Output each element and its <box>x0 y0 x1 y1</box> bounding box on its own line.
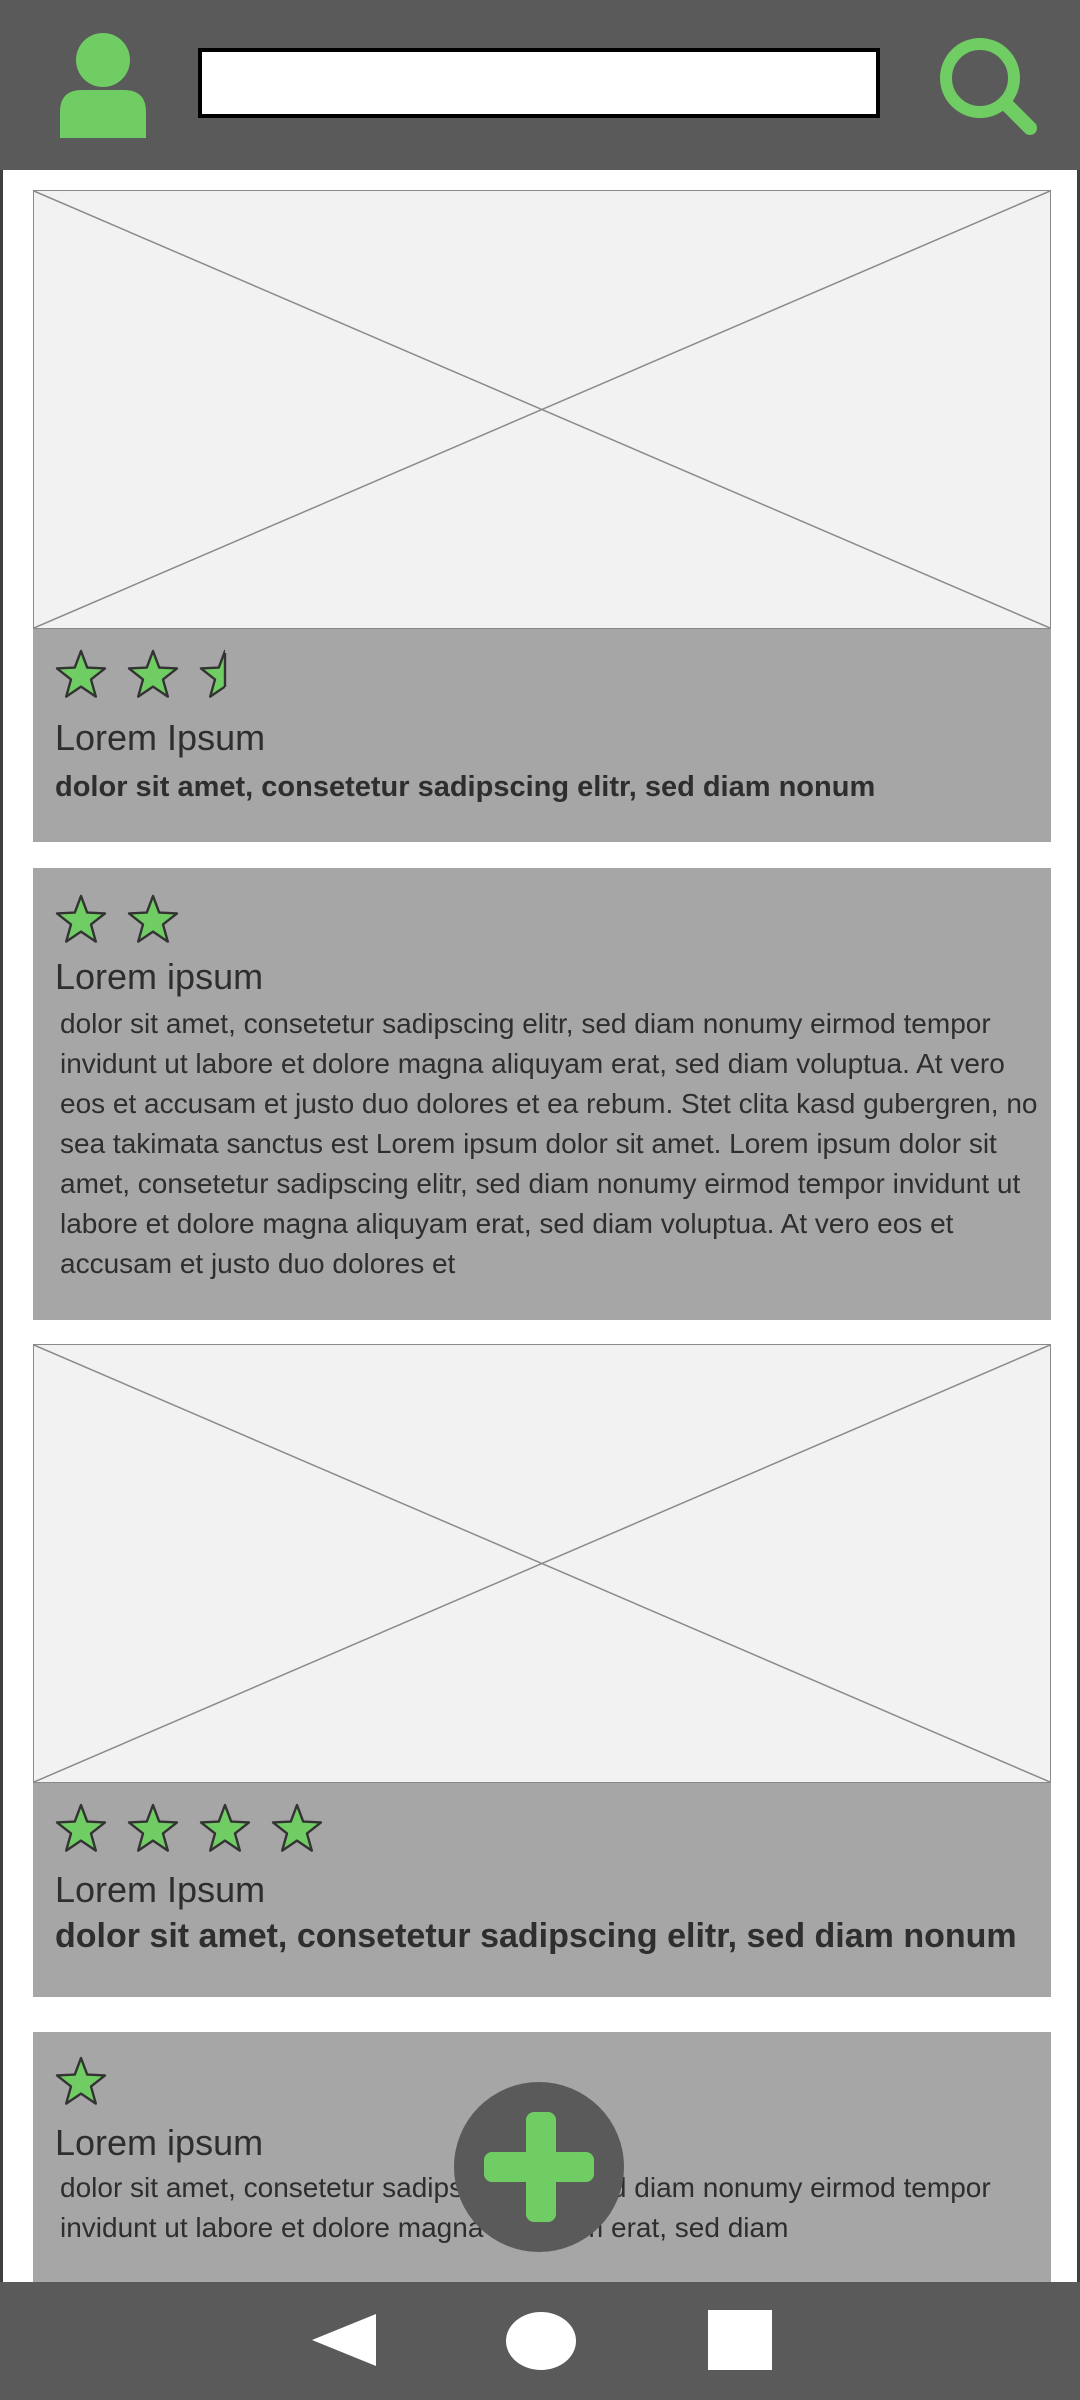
user-icon[interactable] <box>58 32 148 138</box>
star-icon <box>55 1803 107 1855</box>
card-info-panel[interactable]: Lorem Ipsum dolor sit amet, consetetur s… <box>33 629 1051 842</box>
star-icon <box>127 894 179 946</box>
card-title: Lorem ipsum <box>55 2122 264 2163</box>
card-info-panel[interactable]: Lorem ipsum dolor sit amet, consetetur s… <box>33 868 1051 1320</box>
search-input[interactable] <box>198 48 880 118</box>
star-icon <box>127 1803 179 1855</box>
star-icon <box>127 649 179 701</box>
feed-list[interactable]: Lorem Ipsum dolor sit amet, consetetur s… <box>0 170 1080 2282</box>
star-rating <box>55 2056 107 2108</box>
recent-square-icon[interactable] <box>708 2310 772 2370</box>
card-title: Lorem ipsum <box>55 956 264 997</box>
star-icon <box>271 1803 323 1855</box>
star-icon <box>55 2056 107 2108</box>
star-rating <box>55 1803 323 1855</box>
star-icon <box>55 649 107 701</box>
card-info-panel[interactable]: Lorem Ipsum dolor sit amet, consetetur s… <box>33 1783 1051 1997</box>
system-nav-bar <box>0 2282 1080 2400</box>
top-app-bar <box>0 0 1080 170</box>
card-body-text: dolor sit amet, consetetur sadipscing el… <box>60 1008 1038 1279</box>
star-icon <box>199 1803 251 1855</box>
search-icon[interactable] <box>936 34 1040 138</box>
card-subtitle: dolor sit amet, consetetur sadipscing el… <box>55 1917 1017 1955</box>
star-rating <box>55 649 251 701</box>
add-button[interactable] <box>454 2082 624 2252</box>
star-rating <box>55 894 179 946</box>
card-subtitle: dolor sit amet, consetetur sadipscing el… <box>55 771 876 803</box>
back-triangle-icon[interactable] <box>312 2314 376 2366</box>
card-title: Lorem Ipsum <box>55 717 266 758</box>
home-circle-icon[interactable] <box>506 2312 576 2370</box>
card-title: Lorem Ipsum <box>55 1869 266 1910</box>
image-placeholder <box>33 1344 1051 1783</box>
plus-icon <box>484 2112 594 2222</box>
star-icon <box>55 894 107 946</box>
image-placeholder <box>33 190 1051 629</box>
star-half-icon <box>199 649 251 701</box>
